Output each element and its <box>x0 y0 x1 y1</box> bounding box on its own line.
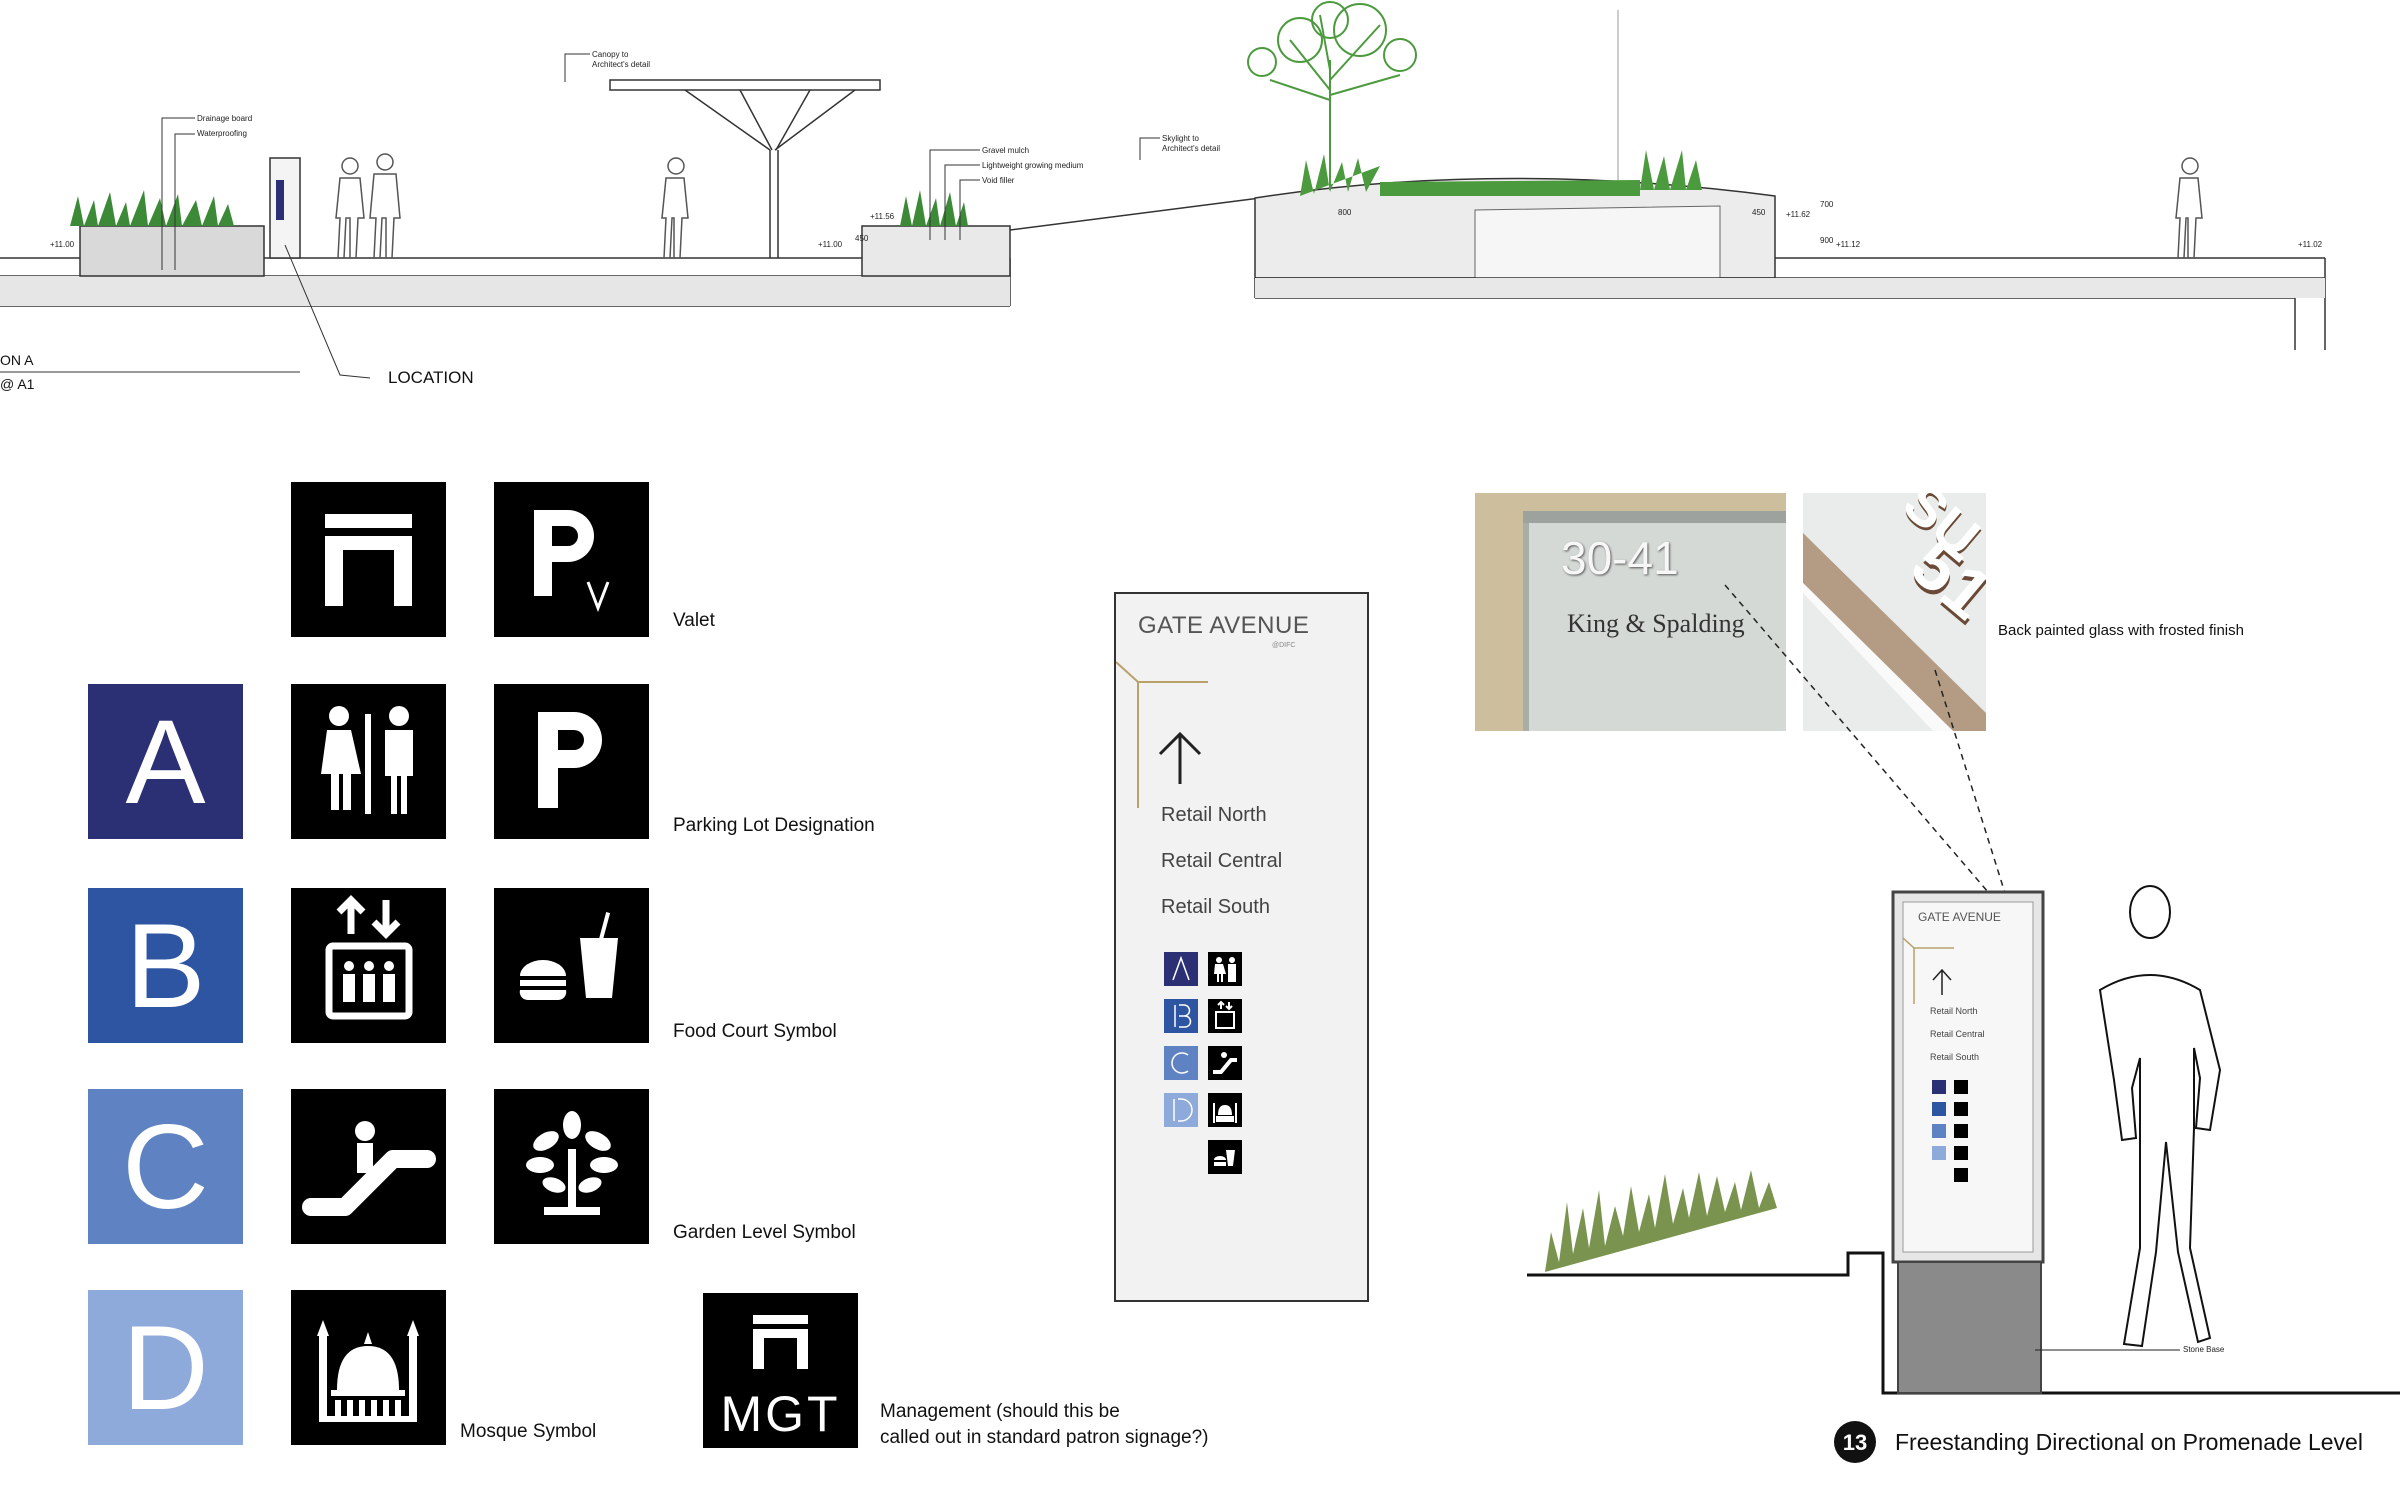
elev-letter-c <box>1932 1124 1946 1138</box>
elev-icon-4 <box>1954 1146 1968 1160</box>
view-title: Freestanding Directional on Promenade Le… <box>1895 1429 2363 1455</box>
elevation-sign-face <box>1902 901 2034 1253</box>
elev-icon-5 <box>1954 1168 1968 1182</box>
shrubs <box>1545 1170 1777 1272</box>
elev-letter-b <box>1932 1102 1946 1116</box>
elev-letter-d <box>1932 1146 1946 1160</box>
elev-icon-1 <box>1954 1080 1968 1094</box>
stone-base-label: Stone Base <box>2183 1345 2225 1354</box>
elev-icon-2 <box>1954 1102 1968 1116</box>
view-number: 13 <box>1842 1430 1868 1455</box>
person-silhouette <box>2098 885 2222 1348</box>
stone-base <box>1897 1261 2042 1394</box>
elevation-drawing <box>1527 584 2400 1463</box>
elevation-destination-north: Retail North <box>1930 1006 1978 1016</box>
elevation-destination-south: Retail South <box>1930 1052 1980 1062</box>
elev-letter-a <box>1932 1080 1946 1094</box>
elev-icon-3 <box>1954 1124 1968 1138</box>
elevation-destination-central: Retail Central <box>1930 1029 1985 1039</box>
elevation-brand: GATE AVENUE <box>1918 910 2001 924</box>
pointer-lines <box>1724 584 2016 926</box>
